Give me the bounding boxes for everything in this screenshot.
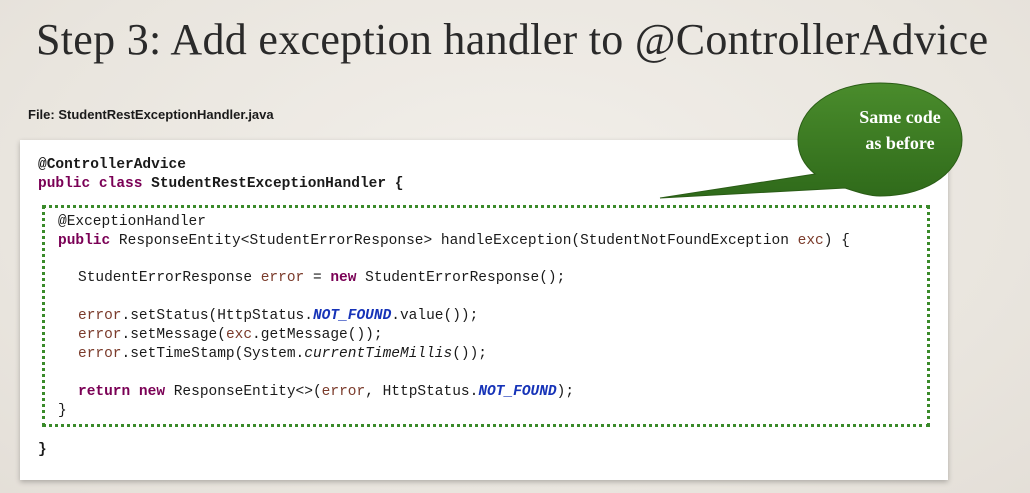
set-message-text: .setMessage( (121, 327, 226, 343)
code-line-annotation-inner: @ExceptionHandler (58, 213, 206, 232)
code-line-inner-close: } (58, 402, 67, 421)
error-var: error (78, 327, 122, 343)
method-signature: ResponseEntity<StudentErrorResponse> han… (110, 233, 798, 249)
assign-text: = (304, 270, 331, 286)
current-time-millis: currentTimeMillis (304, 346, 453, 362)
method-sig-end: ) { (823, 233, 850, 249)
exc-var: exc (225, 327, 253, 343)
class-close-brace: } (38, 442, 47, 458)
callout-line-1: Same code (859, 107, 941, 127)
type-text: StudentErrorResponse (78, 270, 261, 286)
statement-end: ); (556, 384, 575, 400)
new-keyword: new (138, 384, 166, 400)
value-call-text: .value()); (391, 308, 479, 324)
http-status-text: , HttpStatus. (365, 384, 479, 400)
error-var: error (78, 308, 122, 324)
error-var: error (260, 270, 305, 286)
call-close-text: ()); (452, 346, 487, 362)
code-line-new-error: StudentErrorResponse error = new Student… (78, 269, 565, 288)
callout-text: Same code as before (840, 104, 960, 156)
set-timestamp-text: .setTimeStamp(System. (121, 346, 305, 362)
slide-title: Step 3: Add exception handler to @Contro… (36, 15, 989, 64)
code-line-set-message: error.setMessage(exc.getMessage()); (78, 326, 383, 345)
callout-line-2: as before (865, 133, 935, 153)
code-line-return: return new ResponseEntity<>(error, HttpS… (78, 383, 574, 402)
public-keyword: public (58, 233, 111, 249)
code-line-annotation-outer: @ControllerAdvice (38, 156, 186, 175)
file-label: File: StudentRestExceptionHandler.java (28, 107, 274, 122)
code-line-set-status: error.setStatus(HttpStatus.NOT_FOUND.val… (78, 307, 478, 326)
method-param: exc (797, 233, 824, 249)
code-line-set-timestamp: error.setTimeStamp(System.currentTimeMil… (78, 345, 487, 364)
error-var: error (321, 384, 366, 400)
ctor-text: StudentErrorResponse(); (356, 270, 566, 286)
return-keyword: return (78, 384, 131, 400)
method-close-brace: } (58, 403, 67, 419)
response-entity-text: ResponseEntity<>( (165, 384, 322, 400)
not-found-const: NOT_FOUND (478, 384, 557, 400)
controller-advice-annotation: @ControllerAdvice (38, 157, 186, 173)
exception-handler-annotation: @ExceptionHandler (58, 214, 206, 230)
class-name: StudentRestExceptionHandler { (151, 176, 404, 192)
set-status-text: .setStatus(HttpStatus. (121, 308, 313, 324)
code-line-method-sig: public ResponseEntity<StudentErrorRespon… (58, 232, 850, 251)
get-message-text: .getMessage()); (252, 327, 383, 343)
code-line-outer-close: } (38, 441, 47, 460)
not-found-const: NOT_FOUND (312, 308, 392, 324)
code-line-class-decl: public class StudentRestExceptionHandler… (38, 175, 403, 194)
new-keyword: new (330, 270, 357, 286)
class-keyword: public class (38, 176, 152, 192)
error-var: error (78, 346, 122, 362)
